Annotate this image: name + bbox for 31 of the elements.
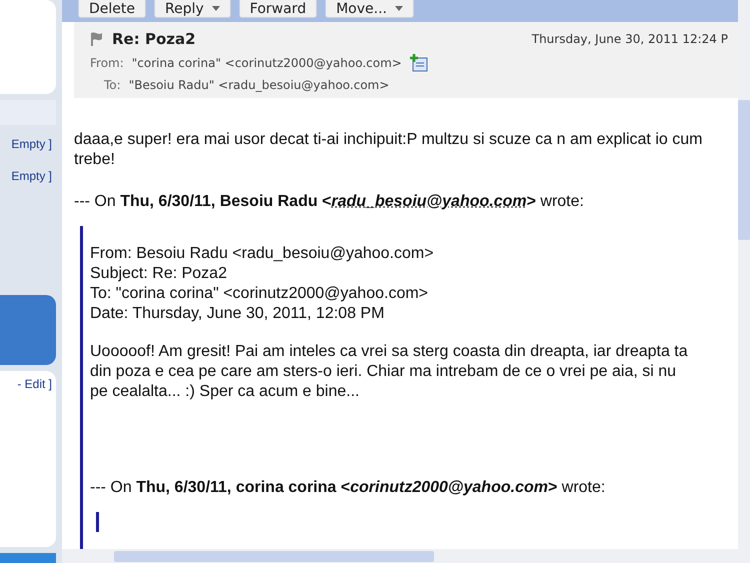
quoted-header-line: To: "corina corina" <corinutz2000@yahoo.com> [90,284,430,304]
horizontal-scrollbar[interactable] [62,549,750,563]
to-address: "Besoiu Radu" <radu_besoiu@yahoo.com> [128,78,390,92]
caret-icon [395,6,403,11]
vertical-scrollbar[interactable] [738,0,750,549]
message-subject: Re: Poza2 [112,30,196,48]
quoted-body: Uooooof! Am gresit! Pai am inteles ca vrei sa sterg coasta din dreapta, iar dreapta ta din poza e cea pe care am sters-o ieri. Chiar ma intrebam de ce o vrei pe aia, si nu pe cealalta... :) Sper ca acum e bine... [90,342,688,402]
empty-folder-link[interactable]: Empty ] [0,163,56,190]
caret-icon [212,6,220,11]
message-body: daaa,e super! era mai usor decat ti-ai inchipuit:P multzu si scuze ca n am explicat io cum trebe! [74,130,704,170]
quoted-header-line: Subject: Re: Poza2 [90,264,228,284]
toolbar-button[interactable]: Forward [238,0,318,18]
empty-folder-link[interactable]: Empty ] [0,131,56,158]
email-link[interactable]: radu_besoiu@yahoo.com [331,193,527,210]
edit-link[interactable]: - Edit ] [0,371,56,398]
from-address: "corina corina" <corinutz2000@yahoo.com> [132,56,402,70]
message-date: Thursday, June 30, 2011 12:24 P [532,32,728,46]
to-label: To: [104,78,121,92]
quote-attribution: --- On Thu, 6/30/11, corina corina <corinutz2000@yahoo.com> wrote: [90,478,606,498]
from-label: From: [90,56,124,70]
menu-button[interactable]: Reply [154,0,231,18]
toolbar-button[interactable]: Delete [78,0,146,18]
menu-button[interactable]: Move... [325,0,414,18]
quoted-header-line: Date: Thursday, June 30, 2011, 12:08 PM [90,304,386,324]
flag-icon[interactable] [90,32,102,46]
quoted-header-line: From: Besoiu Radu <radu_besoiu@yahoo.com> [90,244,435,264]
add-contact-icon[interactable] [410,54,428,72]
email-address: corinutz2000@yahoo.com [350,479,548,496]
sidebar-bar [0,553,56,563]
sidebar-panel [0,295,56,366]
quote-attribution: --- On Thu, 6/30/11, Besoiu Radu <radu_besoiu@yahoo.com> wrote: [74,192,585,212]
